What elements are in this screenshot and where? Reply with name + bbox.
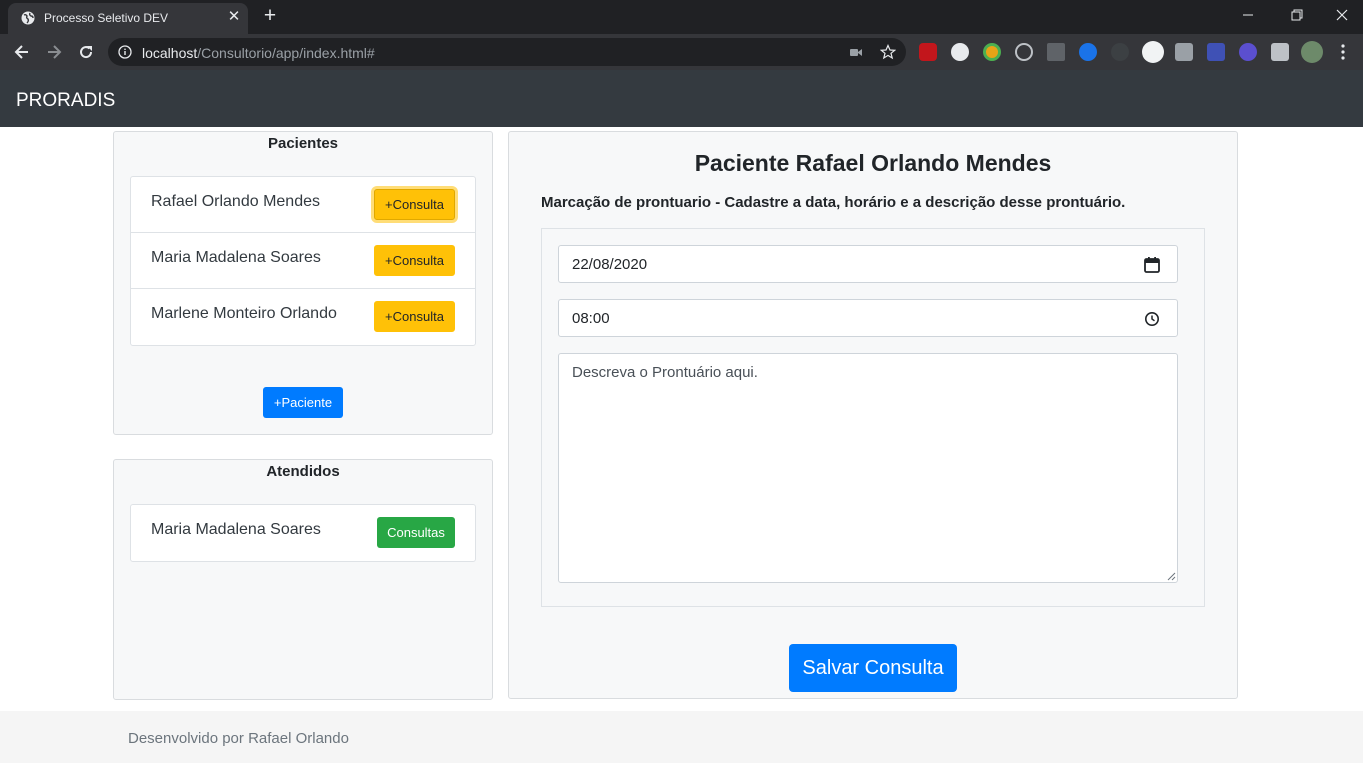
browser-tab-strip: Processo Seletivo DEV ✕ +	[0, 0, 1363, 34]
description-textarea[interactable]: Descreva o Prontuário aqui.	[558, 353, 1178, 583]
avatar[interactable]	[1301, 41, 1323, 63]
reload-icon[interactable]	[76, 42, 96, 62]
window-close-icon[interactable]	[1332, 5, 1352, 25]
adblock-icon[interactable]	[919, 43, 937, 61]
patients-title: Pacientes	[267, 135, 339, 152]
footer: Desenvolvido por Rafael Orlando	[0, 711, 1363, 763]
address-bar[interactable]: localhost/Consultorio/app/index.html#	[108, 38, 906, 66]
date-input[interactable]: 22/08/2020	[558, 245, 1178, 283]
tab-title: Processo Seletivo DEV	[44, 11, 169, 25]
appointment-form: 22/08/2020 08:00 Descreva o Prontuário a…	[541, 228, 1205, 607]
restore-icon[interactable]	[1287, 5, 1307, 25]
browser-toolbar: localhost/Consultorio/app/index.html#	[0, 34, 1363, 70]
date-value: 22/08/2020	[572, 256, 648, 273]
minimize-icon[interactable]	[1238, 5, 1258, 25]
chat-extension-icon[interactable]	[951, 43, 969, 61]
list-item: Maria Madalena Soares +Consulta	[131, 233, 475, 289]
forward-arrow-icon[interactable]	[44, 42, 64, 62]
patients-list: Rafael Orlando Mendes +Consulta Maria Ma…	[130, 176, 476, 346]
patient-name: Rafael Orlando Mendes	[151, 193, 320, 210]
color-extension-icon[interactable]	[983, 43, 1001, 61]
browser-tab[interactable]: Processo Seletivo DEV ✕	[8, 3, 248, 34]
resize-handle-icon[interactable]	[1166, 571, 1176, 581]
grid-extension-icon[interactable]	[1111, 43, 1129, 61]
list-item: Marlene Monteiro Orlando +Consulta	[131, 289, 475, 345]
back-arrow-icon[interactable]	[12, 42, 32, 62]
appointment-card: Paciente Rafael Orlando Mendes Marcação …	[508, 131, 1238, 699]
add-patient-button[interactable]: +Paciente	[263, 387, 343, 418]
consultas-button[interactable]: Consultas	[377, 517, 455, 548]
target-extension-icon[interactable]	[1015, 43, 1033, 61]
patient-name: Maria Madalena Soares	[151, 249, 321, 266]
add-consulta-button[interactable]: +Consulta	[374, 301, 455, 332]
gear-extension-icon[interactable]	[1239, 43, 1257, 61]
brand-logo[interactable]: PRORADIS	[16, 90, 115, 112]
clock-icon[interactable]	[1143, 310, 1161, 328]
camera-icon[interactable]	[848, 44, 864, 60]
list-item: Rafael Orlando Mendes +Consulta	[131, 177, 475, 233]
box-extension-icon[interactable]	[1175, 43, 1193, 61]
globe-icon	[21, 11, 35, 25]
star-icon[interactable]	[880, 44, 896, 60]
pen-extension-icon[interactable]	[1047, 43, 1065, 61]
url-text: localhost/Consultorio/app/index.html#	[142, 45, 375, 61]
save-consulta-button[interactable]: Salvar Consulta	[789, 644, 957, 692]
new-tab-button[interactable]: +	[260, 5, 280, 26]
puzzle-icon[interactable]	[1271, 43, 1289, 61]
calendar-icon[interactable]	[1143, 256, 1161, 274]
description-placeholder: Descreva o Prontuário aqui.	[572, 364, 758, 381]
tab-close-icon[interactable]: ✕	[226, 9, 242, 25]
kebab-menu-icon[interactable]	[1334, 43, 1352, 61]
url-path: /Consultorio/app/index.html#	[197, 45, 375, 61]
add-consulta-button[interactable]: +Consulta	[374, 189, 455, 220]
profile-circle-icon[interactable]	[1142, 41, 1164, 63]
footer-credit: Desenvolvido por Rafael Orlando	[128, 730, 349, 747]
form-subtitle: Marcação de prontuario - Cadastre a data…	[541, 194, 1126, 211]
download-extension-icon[interactable]	[1207, 43, 1225, 61]
page-title: Paciente Rafael Orlando Mendes	[694, 150, 1052, 176]
list-item: Maria Madalena Soares Consultas	[131, 505, 475, 561]
patient-name: Maria Madalena Soares	[151, 521, 321, 538]
attended-title: Atendidos	[266, 463, 340, 480]
url-host: localhost	[142, 45, 198, 61]
info-icon[interactable]	[118, 45, 132, 59]
app-navbar: PRORADIS	[0, 70, 1363, 127]
add-consulta-button[interactable]: +Consulta	[374, 245, 455, 276]
attended-list: Maria Madalena Soares Consultas	[130, 504, 476, 562]
patients-card: Pacientes Rafael Orlando Mendes +Consult…	[113, 131, 493, 435]
time-input[interactable]: 08:00	[558, 299, 1178, 337]
patient-name: Marlene Monteiro Orlando	[151, 305, 337, 322]
time-value: 08:00	[572, 310, 610, 327]
attended-card: Atendidos Maria Madalena Soares Consulta…	[113, 459, 493, 700]
se-extension-icon[interactable]	[1079, 43, 1097, 61]
